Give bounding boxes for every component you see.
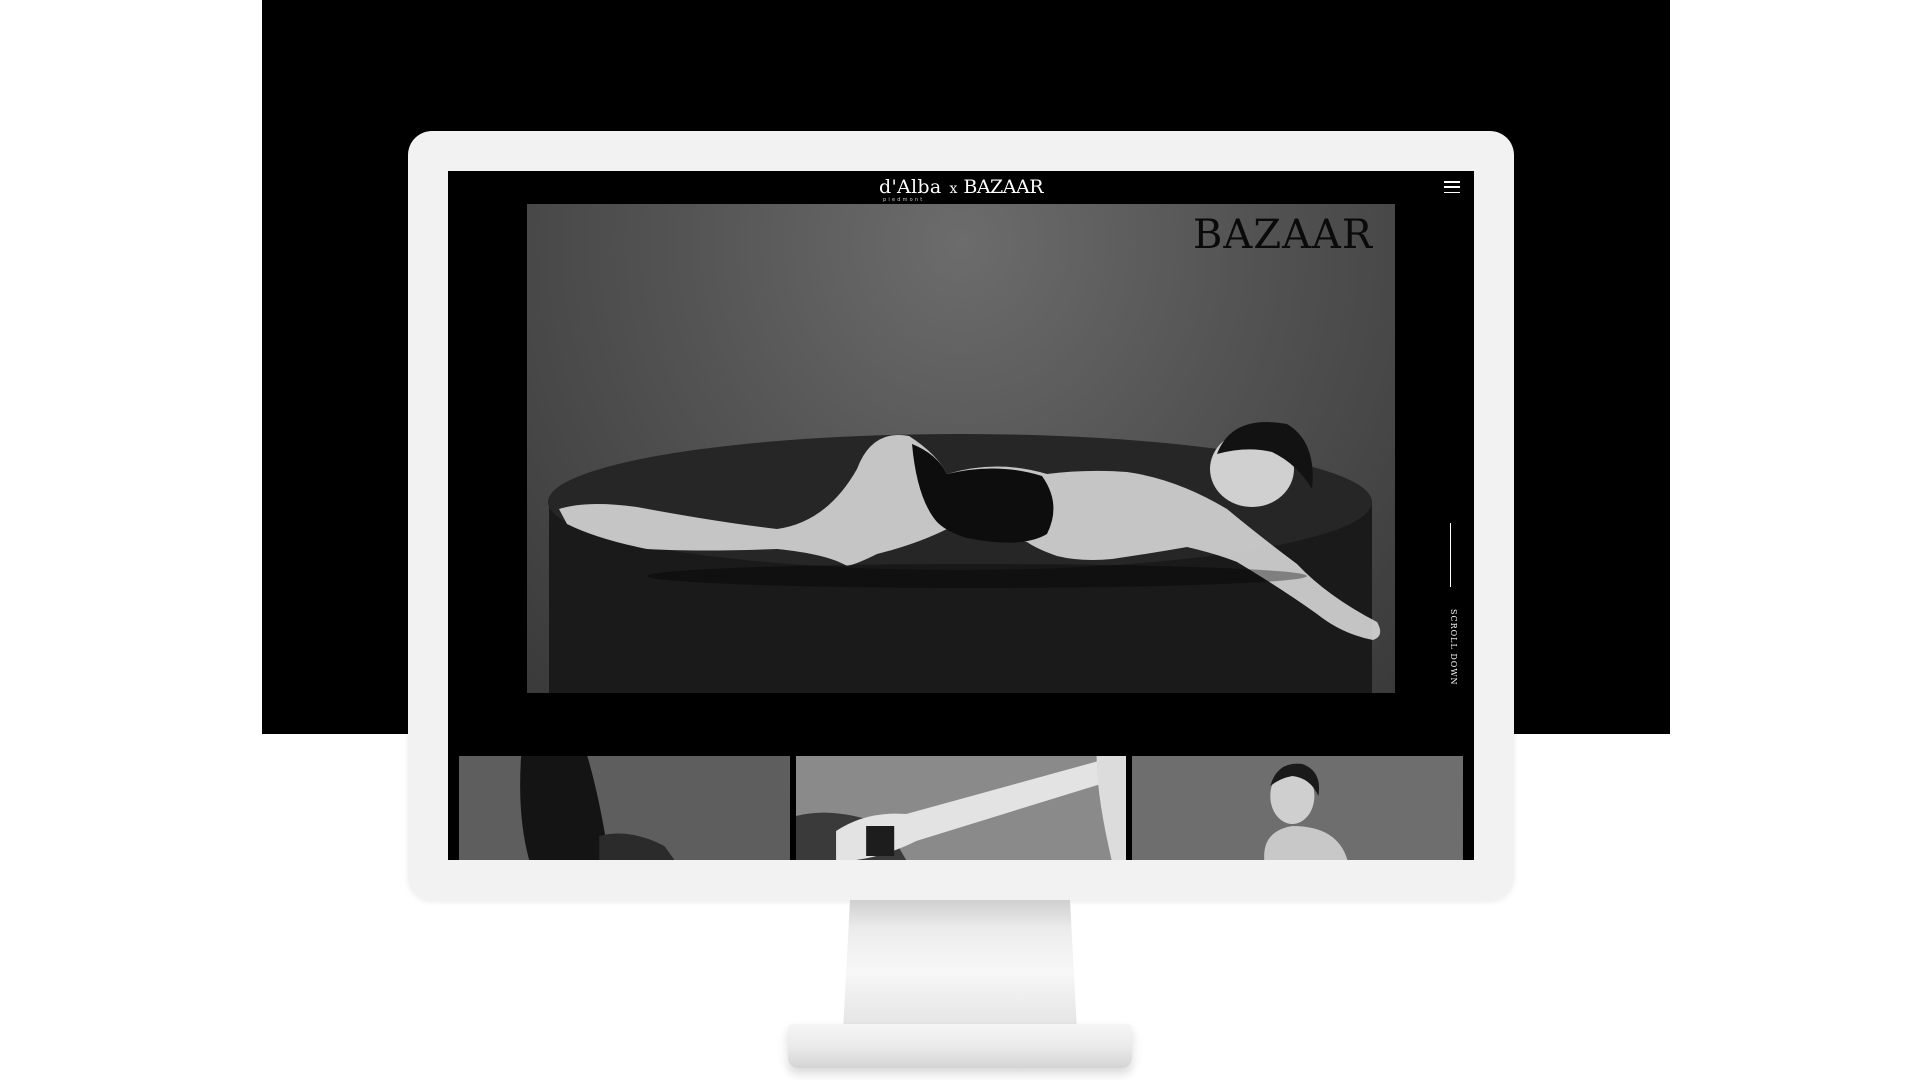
thumbnail-hair-back-image xyxy=(459,756,790,860)
site-logo[interactable]: d'Alba piedmont x BAZAAR xyxy=(878,176,1044,203)
logo-separator: x xyxy=(949,181,958,197)
thumbnail-2[interactable] xyxy=(795,756,1127,860)
thumbnail-1[interactable] xyxy=(459,756,790,860)
thumbnail-3[interactable] xyxy=(1132,756,1464,860)
hero-photo xyxy=(548,422,1381,693)
hero-brand-mark: BAZAAR xyxy=(1193,212,1373,258)
logo-subtitle: piedmont xyxy=(882,197,925,203)
scroll-indicator-line xyxy=(1450,523,1451,587)
logo-brand: d'Alba piedmont xyxy=(878,176,942,203)
thumbnail-hand-product-image xyxy=(795,756,1127,860)
thumbnail-row xyxy=(459,756,1464,860)
scroll-down-label[interactable]: SCROLL DOWN xyxy=(1444,609,1458,686)
hero-image: BAZAAR xyxy=(527,204,1395,693)
hamburger-menu-icon[interactable] xyxy=(1444,181,1460,193)
monitor-stand-neck xyxy=(843,900,1077,1030)
thumbnail-portrait-image xyxy=(1132,756,1464,860)
monitor-stand-base xyxy=(788,1024,1132,1068)
monitor-screen: d'Alba piedmont x BAZAAR BAZAAR SCROLL D… xyxy=(448,171,1474,860)
site-header: d'Alba piedmont x BAZAAR xyxy=(448,171,1474,203)
logo-partner: BAZAAR xyxy=(963,176,1044,198)
